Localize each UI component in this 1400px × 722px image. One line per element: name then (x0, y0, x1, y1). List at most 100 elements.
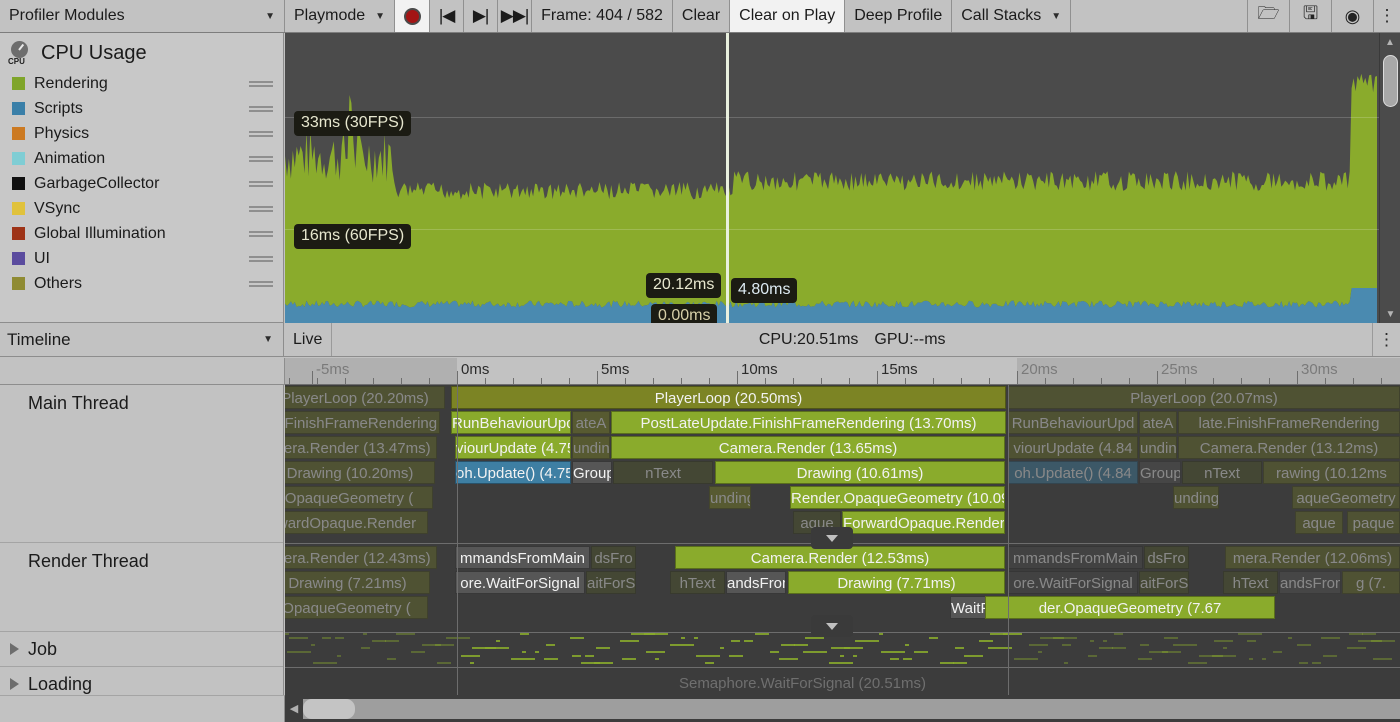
timeline-sample-bar[interactable]: Camera.Render (13.12ms) (1178, 436, 1400, 459)
timeline-menu-button[interactable]: ⋮ (1372, 323, 1400, 356)
timeline-sample-bar[interactable]: PlayerLoop (20.20ms) (285, 386, 445, 409)
timeline-sample-bar[interactable]: mmandsFromMain (1008, 546, 1143, 569)
timeline-sample-bar[interactable]: te.FinishFrameRendering (285, 411, 440, 434)
live-button[interactable]: Live (284, 323, 333, 356)
call-stacks-dropdown[interactable]: Call Stacks ▼ (952, 0, 1072, 32)
hscroll-track[interactable] (303, 698, 1400, 719)
timeline-sample-bar[interactable]: paque (1347, 511, 1400, 534)
legend-drag-handle[interactable] (249, 79, 273, 89)
legend-drag-handle[interactable] (249, 129, 273, 139)
last-frame-button[interactable]: ▶▶| (498, 0, 533, 32)
legend-drag-handle[interactable] (249, 229, 273, 239)
timeline-canvas[interactable]: PlayerLoop (20.20ms) PlayerLoop (20.50ms)… (285, 385, 1400, 695)
legend-drag-handle[interactable] (249, 279, 273, 289)
legend-drag-handle[interactable] (249, 254, 273, 264)
timeline-sample-bar[interactable]: OpaqueGeometry ( (285, 596, 428, 619)
timeline-sample-bar[interactable]: mmandsFromMain (455, 546, 590, 569)
timeline-sample-bar[interactable]: mera.Render (12.43ms) (285, 546, 437, 569)
legend-drag-handle[interactable] (249, 104, 273, 114)
legend-item[interactable]: Rendering (0, 71, 283, 96)
timeline-sample-bar[interactable]: wardOpaque.Render (285, 511, 428, 534)
timeline-sample-bar[interactable]: ateA (1139, 411, 1177, 434)
cpu-usage-graph[interactable]: 33ms (30FPS) 16ms (60FPS) 20.12ms 4.80ms… (285, 33, 1400, 323)
timeline-sample-bar[interactable]: viourUpdate (4.75ms) (455, 436, 571, 459)
legend-item[interactable]: Scripts (0, 96, 283, 121)
timeline-sample-bar[interactable]: oh.Update() (4.84 (1008, 461, 1138, 484)
timeline-sample-bar[interactable]: Camera.Render (12.53ms) (675, 546, 1005, 569)
load-profile-button[interactable]: 🗁 (1248, 0, 1290, 32)
timeline-sample-bar[interactable]: Drawing (10.20ms) (285, 461, 435, 484)
timeline-sample-bar[interactable]: nText (1182, 461, 1262, 484)
thread-row-render[interactable]: Render Thread (0, 543, 283, 632)
timeline-sample-bar[interactable]: Drawing (7.21ms) (285, 571, 430, 594)
graph-vertical-scrollbar[interactable]: ▲ ▼ (1379, 33, 1400, 323)
timeline-sample-bar[interactable]: mera.Render (13.47ms) (285, 436, 437, 459)
timeline-sample-bar[interactable]: unding (1139, 436, 1177, 459)
timeline-sample-bar[interactable]: unding (1173, 486, 1219, 509)
legend-drag-handle[interactable] (249, 179, 273, 189)
thread-row-main[interactable]: Main Thread (0, 385, 283, 543)
timeline-sample-bar[interactable]: PlayerLoop (20.50ms) (451, 386, 1006, 409)
timeline-sample-bar[interactable]: aqueGeometry (1292, 486, 1400, 509)
help-button[interactable]: ◉ (1332, 0, 1374, 32)
scroll-down-icon[interactable]: ▼ (1380, 305, 1400, 323)
timeline-sample-bar[interactable]: RunBehaviourUpd (1008, 411, 1138, 434)
timeline-sample-bar[interactable]: nText (613, 461, 713, 484)
timeline-sample-bar[interactable]: Group (1139, 461, 1181, 484)
timeline-sample-bar[interactable]: Drawing (10.61ms) (715, 461, 1005, 484)
timeline-sample-bar[interactable]: ore.WaitForSignal (1008, 571, 1138, 594)
timeline-sample-bar[interactable]: der.OpaqueGeometry (7.67 (985, 596, 1275, 619)
frame-cursor-line[interactable] (726, 33, 729, 323)
timeline-sample-bar[interactable]: unding (572, 436, 610, 459)
clear-on-play-toggle[interactable]: Clear on Play (730, 0, 846, 32)
timeline-sample-bar[interactable]: rawing (10.12ms (1263, 461, 1400, 484)
timeline-horizontal-scrollbar[interactable]: ◀ (285, 695, 1400, 722)
timeline-sample-bar[interactable]: dsFro (1144, 546, 1189, 569)
thread-row-job[interactable]: Job (0, 632, 283, 667)
timeline-sample-bar[interactable]: oh.Update() (4.75 (455, 461, 571, 484)
timeline-sample-bar[interactable]: dsFro (591, 546, 636, 569)
playmode-dropdown[interactable]: Playmode ▼ (285, 0, 396, 32)
view-type-dropdown[interactable]: Timeline ▼ (0, 323, 284, 356)
timeline-sample-bar[interactable]: aitForS (1139, 571, 1189, 594)
timeline-sample-bar[interactable]: aque (1295, 511, 1343, 534)
graph-plot-area[interactable]: 33ms (30FPS) 16ms (60FPS) 20.12ms 4.80ms… (285, 33, 1379, 323)
timeline-sample-bar[interactable]: ForwardOpaque.Render (7. (842, 511, 1005, 534)
profiler-modules-dropdown[interactable]: Profiler Modules ▼ (0, 0, 285, 32)
hscroll-thumb[interactable] (303, 698, 355, 719)
timeline-sample-bar[interactable]: mera.Render (12.06ms) (1225, 546, 1400, 569)
legend-item[interactable]: Physics (0, 121, 283, 146)
timeline-sample-bar[interactable]: PostLateUpdate.FinishFrameRendering (13.… (611, 411, 1006, 434)
timeline-sample-bar[interactable]: ore.WaitForSignal (455, 571, 585, 594)
timeline-sample-bar[interactable]: PlayerLoop (20.07ms) (1008, 386, 1400, 409)
timeline-sample-bar[interactable]: viourUpdate (4.84 (1008, 436, 1138, 459)
legend-item[interactable]: Animation (0, 146, 283, 171)
legend-item[interactable]: Global Illumination (0, 221, 283, 246)
legend-item[interactable]: Others (0, 271, 283, 296)
render-thread-expand-handle[interactable] (811, 615, 853, 637)
job-thread-lane[interactable] (285, 633, 1400, 667)
scroll-up-icon[interactable]: ▲ (1380, 33, 1400, 51)
timeline-sample-bar[interactable]: andsFrom (726, 571, 786, 594)
clear-button[interactable]: Clear (672, 0, 731, 32)
timeline-sample-bar[interactable]: OpaqueGeometry ( (285, 486, 433, 509)
main-thread-expand-handle[interactable] (811, 527, 853, 549)
previous-frame-button[interactable]: |◀ (430, 0, 465, 32)
next-frame-button[interactable]: ▶| (464, 0, 499, 32)
timeline-sample-bar[interactable]: RunBehaviourUpdate (451, 411, 571, 434)
timeline-sample-bar[interactable]: Render.OpaqueGeometry (10.09ms) (790, 486, 1005, 509)
timeline-sample-bar[interactable]: andsFrom (1279, 571, 1341, 594)
timeline-sample-bar[interactable]: g (7. (1342, 571, 1400, 594)
timeline-ruler[interactable]: -5ms 0ms 5ms 10ms 15ms 20ms 25ms 30ms (285, 358, 1400, 385)
timeline-sample-bar[interactable]: Group (572, 461, 612, 484)
timeline-sample-bar[interactable]: Drawing (7.71ms) (788, 571, 1005, 594)
timeline-sample-bar[interactable]: late.FinishFrameRendering (1178, 411, 1400, 434)
legend-item[interactable]: VSync (0, 196, 283, 221)
record-button[interactable] (395, 0, 431, 32)
legend-drag-handle[interactable] (249, 154, 273, 164)
toolbar-menu-button[interactable]: ⋮ (1374, 0, 1400, 32)
legend-item[interactable]: GarbageCollector (0, 171, 283, 196)
save-profile-button[interactable]: 🖫 (1290, 0, 1332, 32)
timeline-sample-bar[interactable]: hText (1223, 571, 1278, 594)
deep-profile-toggle[interactable]: Deep Profile (845, 0, 953, 32)
